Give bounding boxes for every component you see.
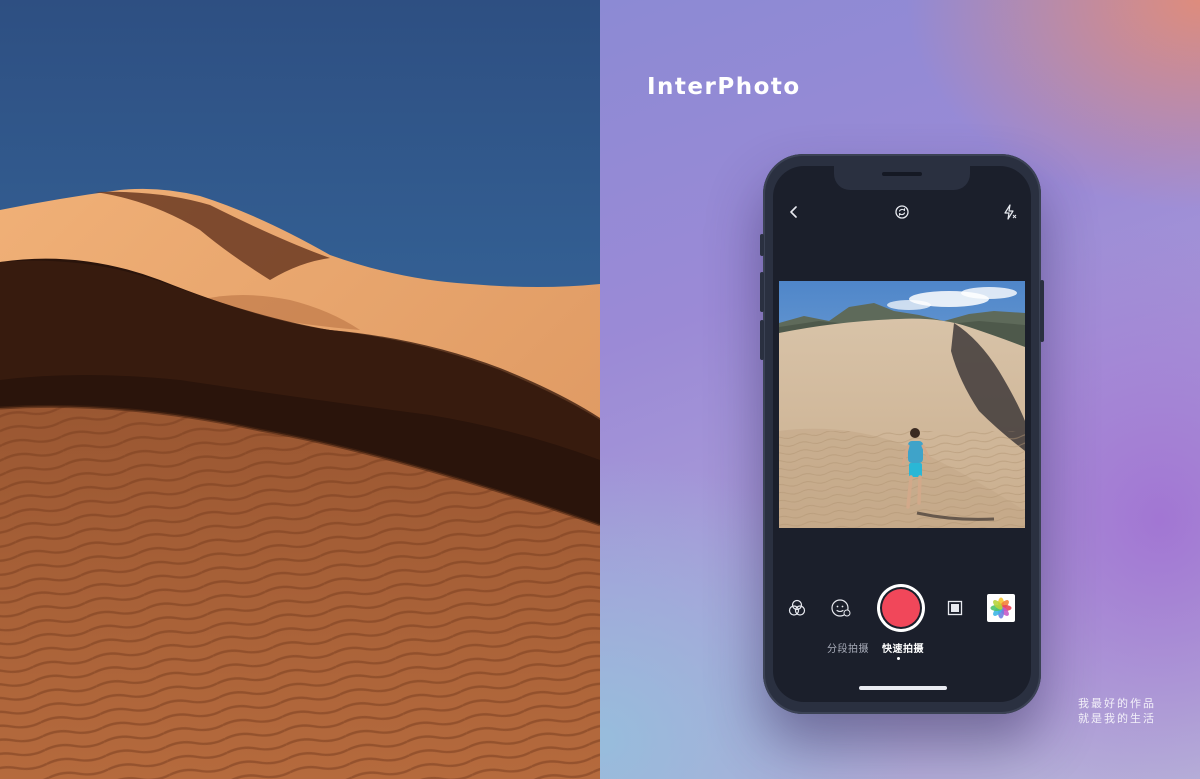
home-indicator[interactable]: [859, 686, 947, 690]
filter-circles-icon[interactable]: [785, 596, 809, 620]
promo-panel: InterPhoto 分段拍摄 快速拍摄 我最好的作品 就是我的生活: [600, 0, 1200, 779]
flash-off-icon[interactable]: [1001, 203, 1019, 221]
phone-notch: [834, 166, 970, 190]
phone-side-button: [760, 234, 764, 256]
phone-volume-up-button: [760, 272, 764, 312]
phone-volume-down-button: [760, 320, 764, 360]
slogan-line-2: 就是我的生活: [1078, 712, 1156, 725]
record-button-inner: [882, 589, 920, 627]
camera-viewfinder[interactable]: [779, 281, 1025, 528]
phone-power-button: [1040, 280, 1044, 342]
brand-title: InterPhoto: [647, 74, 801, 100]
record-button[interactable]: [877, 584, 925, 632]
phone-speaker: [882, 172, 922, 176]
slogan-line-1: 我最好的作品: [1078, 697, 1156, 710]
square-ratio-icon[interactable]: [945, 598, 965, 618]
camera-screen: 分段拍摄 快速拍摄: [773, 166, 1031, 702]
mode-tab-quick[interactable]: 快速拍摄: [882, 640, 924, 655]
camera-switch-icon[interactable]: [893, 203, 911, 221]
mode-tab-segmented[interactable]: 分段拍摄: [827, 640, 869, 655]
slogan: 我最好的作品 就是我的生活: [1078, 696, 1156, 726]
desert-photo: [0, 0, 600, 779]
face-beauty-icon[interactable]: [829, 596, 853, 620]
chevron-left-icon[interactable]: [785, 203, 803, 221]
active-mode-indicator: [897, 657, 900, 660]
phone-mockup: 分段拍摄 快速拍摄: [760, 154, 1044, 714]
photos-gallery-icon[interactable]: [987, 594, 1015, 622]
camera-control-row: [773, 584, 1031, 632]
